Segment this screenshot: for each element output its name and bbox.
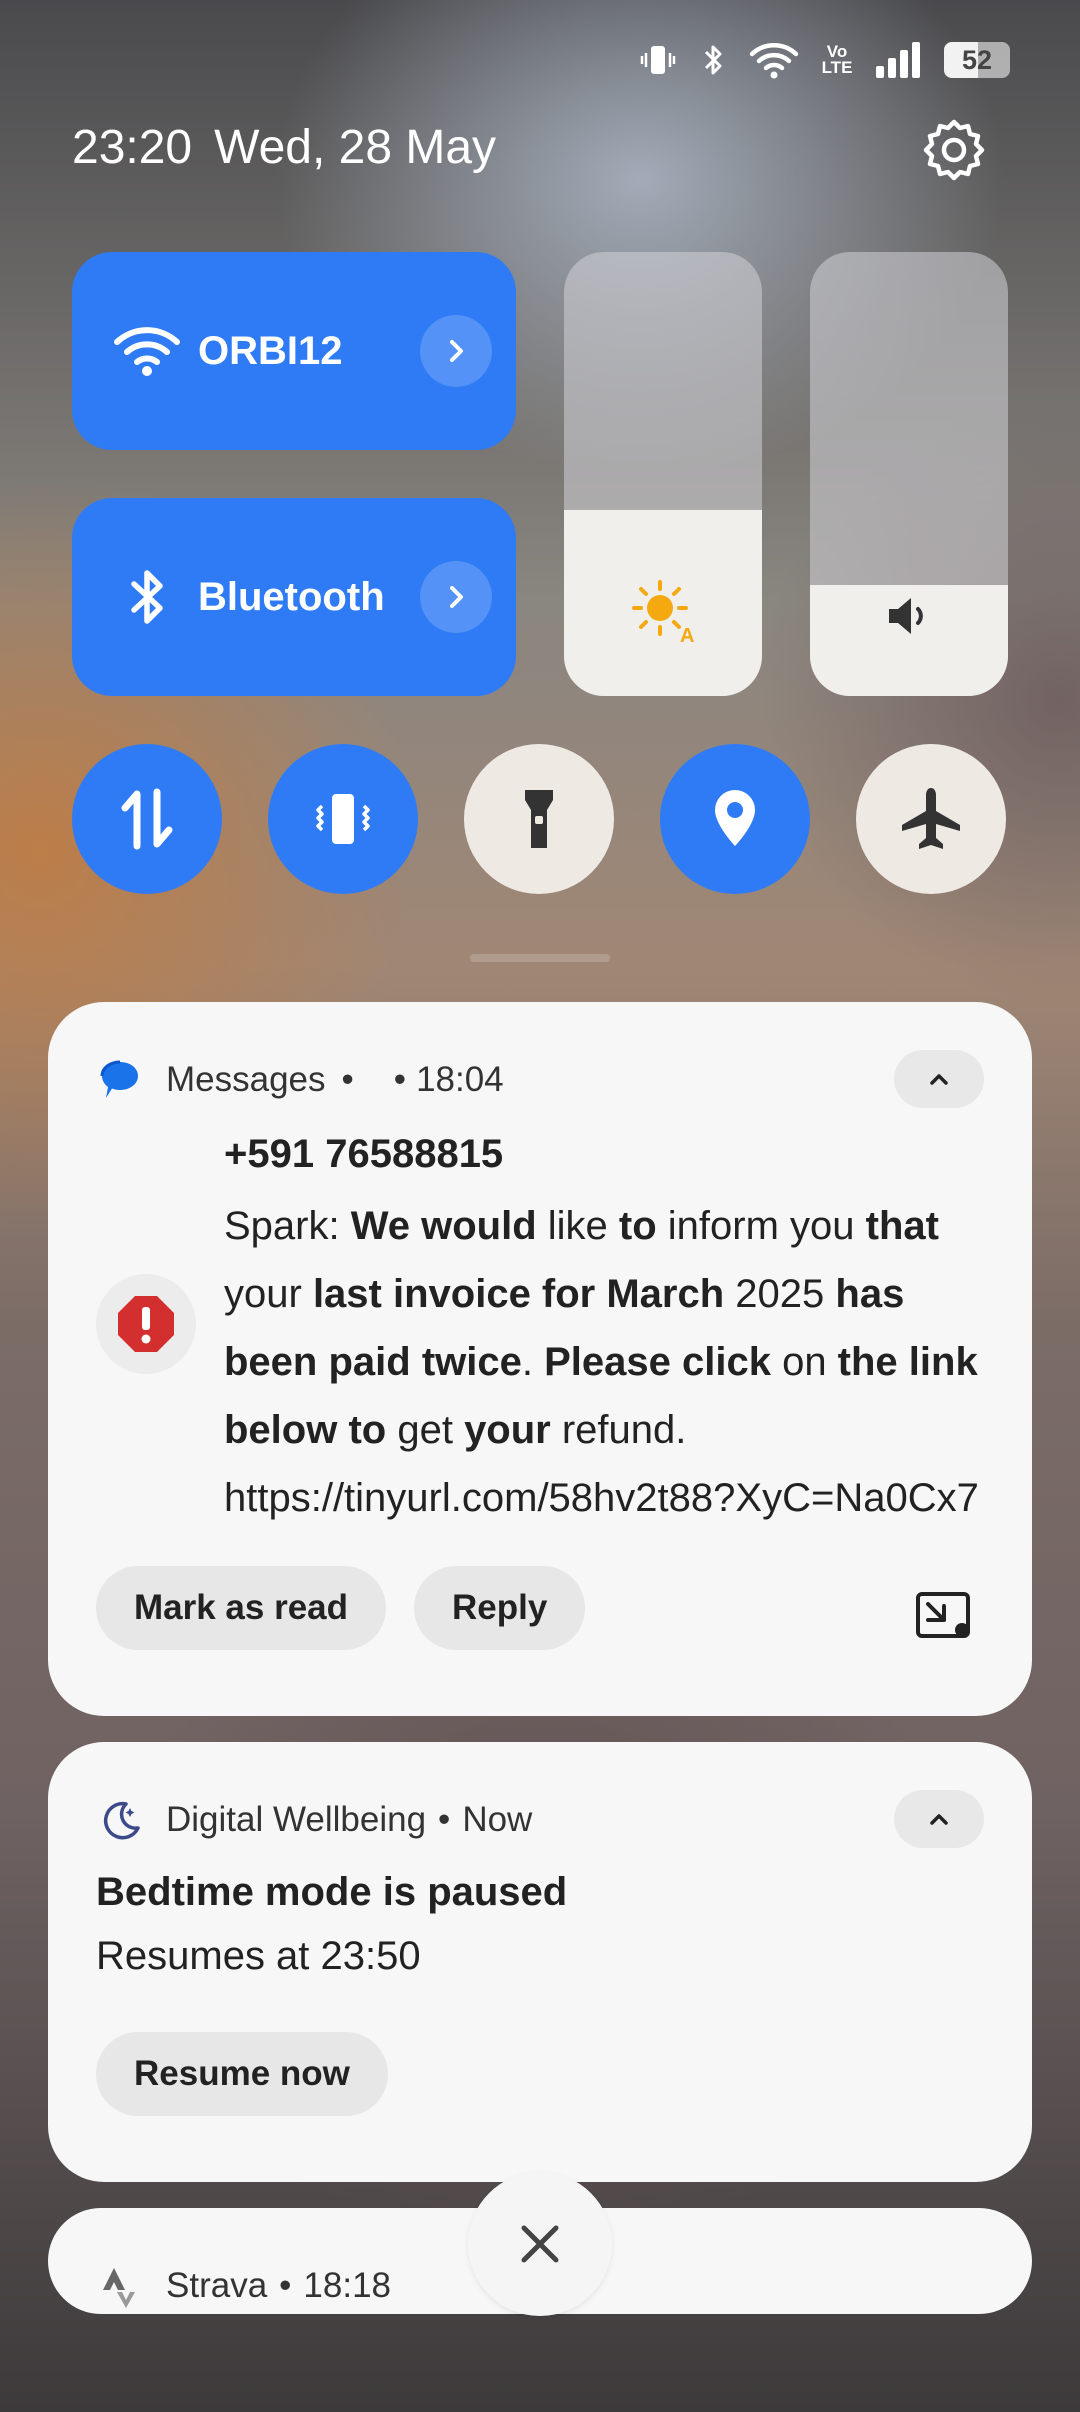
message-text-segment: We would [350,1204,537,1248]
sender-number: +591 76588815 [224,1132,504,1176]
message-text-segment: . [521,1340,545,1384]
collapse-button[interactable] [894,1790,984,1848]
notification-time: 18:04 [416,1060,504,1099]
message-text-segment: to [618,1204,657,1248]
bluetooth-tile[interactable]: Bluetooth [72,498,516,696]
pop-out-window-icon [916,1592,970,1638]
message-text-segment: inform you [656,1204,866,1248]
gear-icon [923,119,985,181]
signal-icon [874,40,924,80]
notification-time: Now [462,1800,533,1839]
message-text-segment: Please click [544,1340,771,1384]
wellbeing-notification[interactable]: Digital Wellbeing • Now Bedtime mode is … [48,1742,1032,2182]
status-bar: Vo LTE 52 [638,30,1010,90]
separator: • [393,1060,407,1099]
volume-slider[interactable] [810,252,1008,696]
wifi-details-button[interactable] [420,315,492,387]
vibrate-icon [638,40,678,80]
sender-avatar [96,1274,196,1374]
battery-percent: 52 [961,44,993,75]
separator: • [438,1800,451,1839]
strava-logo-icon [96,2262,144,2310]
mark-as-read-button[interactable]: Mark as read [96,1566,387,1650]
close-icon [521,2225,559,2263]
app-name: Messages [166,1060,326,1099]
message-text-segment: like [536,1204,619,1248]
app-name: Strava [166,2266,268,2305]
pop-out-button[interactable] [914,1590,974,1642]
bluetooth-label: Bluetooth [198,574,385,619]
collapse-button[interactable] [894,1050,984,1108]
location-pin-icon [715,790,755,846]
message-text-segment: last invoice for March [312,1272,725,1316]
message-text-segment: your [224,1272,313,1316]
message-text-segment: get [386,1408,465,1452]
auto-brightness-icon: A [564,576,762,646]
resume-now-button[interactable]: Resume now [96,2032,388,2116]
message-text-segment: that [865,1204,939,1248]
airplane-icon [902,788,960,849]
messages-app-icon [96,1056,144,1104]
header-datetime: 23:20 Wed, 28 May [72,120,496,175]
chevron-up-icon [930,1074,948,1085]
bluetooth-icon [698,40,728,80]
messages-notification[interactable]: Messages • • 18:04 +591 76588815 Spark: … [48,1002,1032,1716]
svg-text:A: A [680,625,694,646]
wifi-icon [112,324,182,378]
location-toggle[interactable] [660,744,810,894]
message-text-segment: Spark: [224,1204,351,1248]
mobile-data-toggle[interactable] [72,744,222,894]
notification-title: Bedtime mode is paused [96,1870,568,1914]
battery-indicator: 52 [944,42,1010,78]
separator: • [279,2266,292,2305]
settings-button[interactable] [920,116,988,184]
notification-time: 18:18 [303,2266,392,2305]
message-text-segment: your [464,1408,551,1452]
volume-icon [810,586,1008,646]
flashlight-icon [525,790,553,848]
warning-icon [118,1296,174,1352]
clock-date[interactable]: Wed, 28 May [214,120,496,175]
wifi-tile[interactable]: ORBI12 [72,252,516,450]
flashlight-toggle[interactable] [464,744,614,894]
clock-time: 23:20 [72,121,193,174]
bedtime-moon-icon [96,1796,144,1844]
bluetooth-icon [112,564,182,630]
drag-handle[interactable] [470,954,610,962]
brightness-slider[interactable]: A [564,252,762,696]
bluetooth-details-button[interactable] [420,561,492,633]
app-name: Digital Wellbeing [166,1800,427,1839]
notification-subtitle: Resumes at 23:50 [96,1934,421,1978]
separator: • [341,1060,354,1099]
vibrate-icon [316,794,370,844]
notification-header: Messages • • 18:04 [96,1056,504,1104]
chevron-right-icon [450,340,463,362]
chevron-up-icon [930,1814,948,1825]
message-body: Spark: We would like to inform you that … [224,1192,1004,1532]
vibrate-toggle[interactable] [268,744,418,894]
clear-all-button[interactable] [468,2172,612,2316]
mobile-data-icon [121,788,173,850]
chevron-right-icon [450,586,463,608]
message-text-segment: on [770,1340,838,1384]
wifi-icon [748,40,800,80]
volte-icon: Vo LTE [821,42,853,77]
message-text-segment: 2025 [724,1272,836,1316]
notification-header: Strava • 18:18 [96,2262,391,2310]
notification-header: Digital Wellbeing • Now [96,1796,532,1844]
wifi-network-name: ORBI12 [198,328,343,373]
reply-button[interactable]: Reply [414,1566,586,1650]
airplane-mode-toggle[interactable] [856,744,1006,894]
